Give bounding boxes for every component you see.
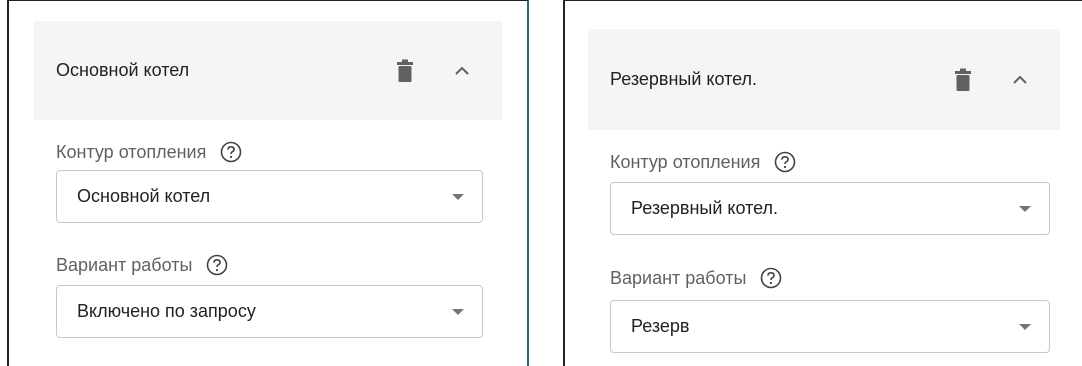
help-icon[interactable] <box>220 141 242 163</box>
operation-mode-label-row: Вариант работы <box>610 267 782 289</box>
heating-circuit-label-row: Контур отопления <box>56 141 242 163</box>
operation-mode-value: Резерв <box>631 316 690 336</box>
help-icon[interactable] <box>206 254 228 276</box>
card-header[interactable]: Основной котел <box>34 21 502 120</box>
caret-down-icon[interactable] <box>452 308 464 315</box>
heating-circuit-select[interactable]: Основной котел <box>56 170 483 223</box>
chevron-up-icon[interactable] <box>1010 70 1030 90</box>
heating-circuit-label-row: Контур отопления <box>610 151 796 173</box>
heating-circuit-value: Резервный котел. <box>631 198 779 218</box>
help-icon[interactable] <box>760 267 782 289</box>
operation-mode-select[interactable]: Резерв <box>610 300 1050 353</box>
boiler-card-main: Основной котел Контур отопления Основной… <box>7 0 529 366</box>
operation-mode-label-row: Вариант работы <box>56 254 228 276</box>
heating-circuit-value: Основной котел <box>77 186 211 206</box>
operation-mode-label: Вариант работы <box>610 267 747 288</box>
heating-circuit-label: Контур отопления <box>610 151 761 172</box>
heating-circuit-select[interactable]: Резервный котел. <box>610 182 1050 235</box>
trash-icon[interactable] <box>396 59 414 83</box>
card-title: Основной котел <box>56 60 190 80</box>
boiler-card-backup: Резервный котел. Контур отопления Резерв… <box>563 0 1082 366</box>
trash-icon[interactable] <box>954 68 972 92</box>
help-icon[interactable] <box>774 151 796 173</box>
operation-mode-select[interactable]: Включено по запросу <box>56 285 483 338</box>
operation-mode-value: Включено по запросу <box>77 301 256 321</box>
operation-mode-label: Вариант работы <box>56 254 193 275</box>
caret-down-icon[interactable] <box>1019 205 1031 212</box>
caret-down-icon[interactable] <box>452 193 464 200</box>
caret-down-icon[interactable] <box>1019 323 1031 330</box>
chevron-up-icon[interactable] <box>452 61 472 81</box>
card-title: Резервный котел. <box>610 69 758 89</box>
heating-circuit-label: Контур отопления <box>56 141 207 162</box>
card-header[interactable]: Резервный котел. <box>588 29 1060 130</box>
